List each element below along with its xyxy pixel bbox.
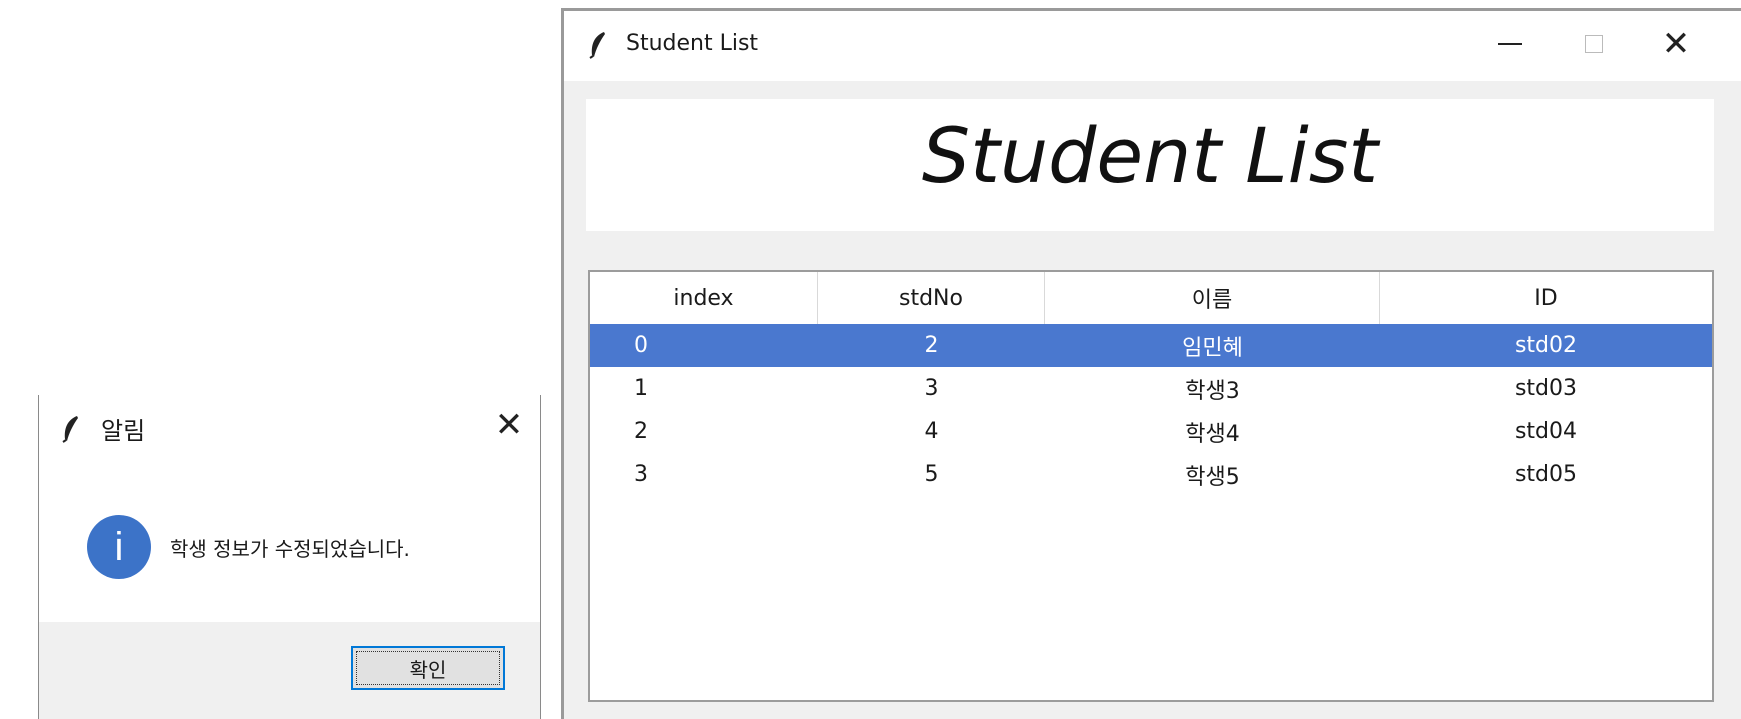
dialog-footer: 확인: [39, 622, 540, 719]
cell-id: std05: [1514, 462, 1578, 487]
student-list-window: Student List ✕ Student List index stdNo …: [561, 8, 1741, 719]
cell-index: 2: [634, 419, 648, 444]
cell-index: 0: [634, 333, 648, 358]
cell-stdno: 5: [924, 462, 939, 487]
dialog-close-button[interactable]: ✕: [486, 405, 532, 445]
cell-id: std02: [1514, 333, 1578, 358]
column-header-id[interactable]: ID: [1380, 272, 1712, 324]
feather-icon: [62, 416, 78, 443]
window-close-button[interactable]: ✕: [1650, 23, 1702, 65]
table-row[interactable]: 0 2 임민혜 std02: [590, 324, 1712, 367]
info-icon: i: [87, 515, 151, 579]
ok-button[interactable]: 확인: [351, 646, 505, 690]
cell-id: std04: [1514, 419, 1578, 444]
table-header: index stdNo 이름 ID: [590, 272, 1712, 324]
cell-id: std03: [1514, 376, 1578, 401]
cell-stdno: 3: [924, 376, 939, 401]
cell-index: 1: [634, 376, 648, 401]
dialog-titlebar: 알림 ✕: [39, 395, 540, 461]
cell-name: 학생5: [1185, 464, 1240, 490]
cell-stdno: 4: [924, 419, 939, 444]
window-title: Student List: [626, 31, 759, 56]
dialog-body: i 학생 정보가 수정되었습니다.: [39, 461, 540, 622]
cell-name: 학생3: [1185, 378, 1240, 404]
table-row[interactable]: 2 4 학생4 std04: [590, 410, 1712, 453]
alert-dialog: 알림 ✕ i 학생 정보가 수정되었습니다. 확인: [38, 395, 541, 719]
feather-icon: [589, 32, 605, 59]
table-row[interactable]: 1 3 학생3 std03: [590, 367, 1712, 410]
maximize-button[interactable]: [1568, 23, 1620, 65]
column-header-stdno[interactable]: stdNo: [818, 272, 1045, 324]
cell-stdno: 2: [924, 333, 939, 358]
cell-index: 3: [634, 462, 648, 487]
minimize-button[interactable]: [1484, 23, 1536, 65]
column-header-name[interactable]: 이름: [1045, 272, 1380, 324]
page-heading: Student List: [921, 111, 1379, 200]
minimize-icon: [1498, 43, 1522, 45]
dialog-title: 알림: [101, 417, 146, 445]
cell-name: 학생4: [1185, 421, 1240, 447]
dialog-message: 학생 정보가 수정되었습니다.: [170, 537, 410, 561]
table-body: 0 2 임민혜 std02 1 3 학생3 std03 2 4 학생4 std0…: [590, 324, 1712, 496]
table-row[interactable]: 3 5 학생5 std05: [590, 453, 1712, 496]
heading-panel: Student List: [586, 99, 1714, 231]
student-table[interactable]: index stdNo 이름 ID 0 2 임민혜 std02 1 3 학생3 …: [588, 270, 1714, 702]
column-header-index[interactable]: index: [590, 272, 818, 324]
window-titlebar: Student List ✕: [564, 11, 1741, 81]
cell-name: 임민혜: [1182, 335, 1243, 361]
maximize-icon: [1585, 35, 1603, 53]
